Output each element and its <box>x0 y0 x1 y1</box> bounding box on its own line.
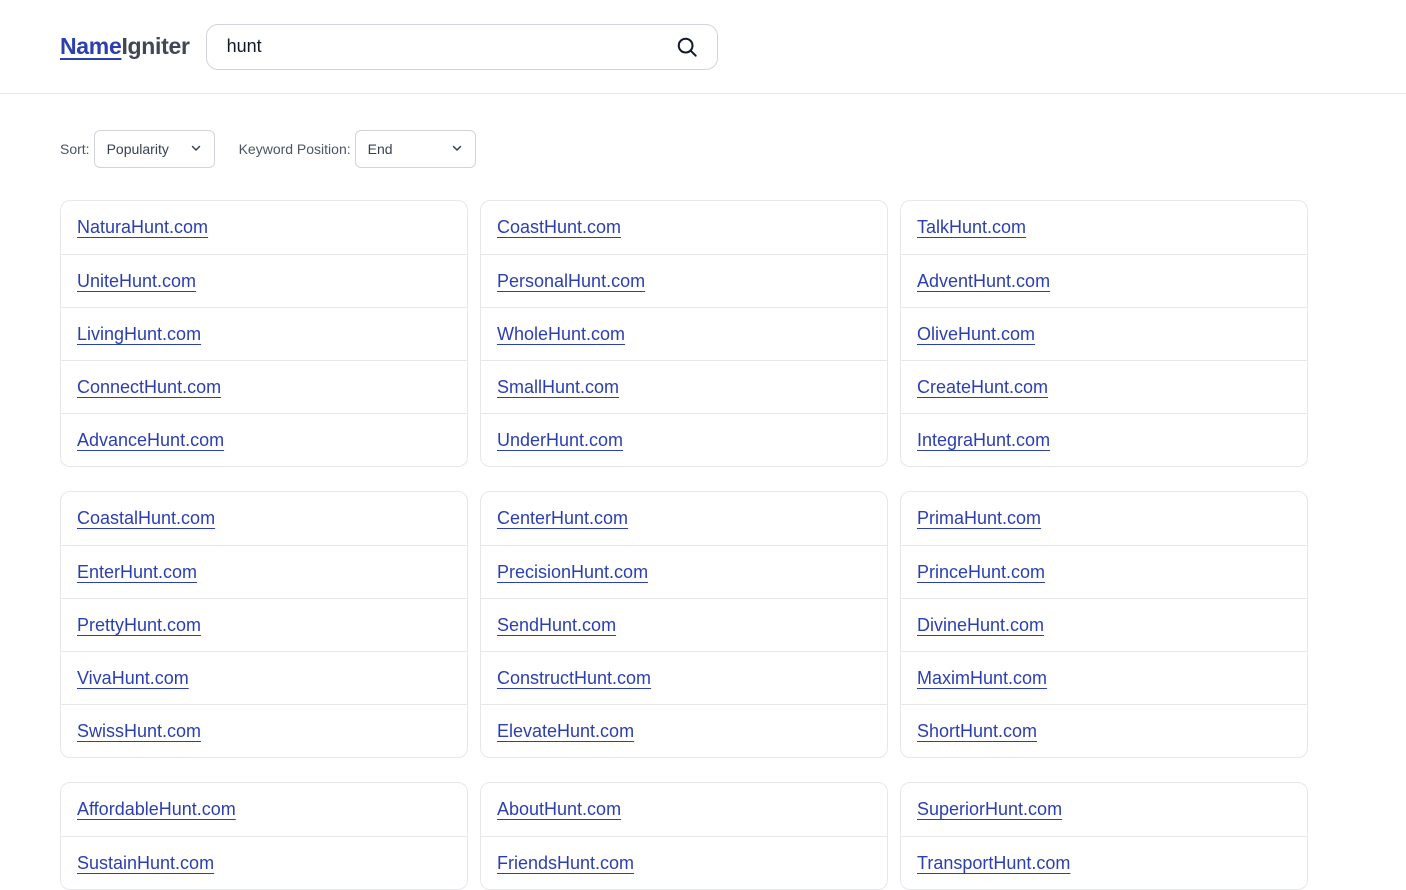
list-item: OliveHunt.com <box>901 307 1307 360</box>
domain-link[interactable]: SustainHunt.com <box>77 853 214 874</box>
domain-link[interactable]: CenterHunt.com <box>497 508 628 529</box>
list-item: TransportHunt.com <box>901 836 1307 889</box>
search-icon[interactable] <box>675 35 699 59</box>
list-item: PersonalHunt.com <box>481 254 887 307</box>
sort-select[interactable]: Popularity <box>93 130 215 168</box>
list-item: SwissHunt.com <box>61 704 467 757</box>
list-item: SmallHunt.com <box>481 360 887 413</box>
list-item: PrimaHunt.com <box>901 492 1307 545</box>
domain-link[interactable]: ConstructHunt.com <box>497 668 651 689</box>
list-item: FriendsHunt.com <box>481 836 887 889</box>
result-card: CenterHunt.com PrecisionHunt.com SendHun… <box>480 491 888 758</box>
list-item: AdvanceHunt.com <box>61 413 467 466</box>
result-card: AboutHunt.com FriendsHunt.com <box>480 782 888 890</box>
keyword-position-value: End <box>367 141 393 157</box>
list-item: CreateHunt.com <box>901 360 1307 413</box>
domain-link[interactable]: LivingHunt.com <box>77 324 201 345</box>
result-card: SuperiorHunt.com TransportHunt.com <box>900 782 1308 890</box>
keyword-position-select[interactable]: End <box>354 130 476 168</box>
domain-link[interactable]: UnderHunt.com <box>497 430 623 451</box>
list-item: UnderHunt.com <box>481 413 887 466</box>
list-item: CoastalHunt.com <box>61 492 467 545</box>
list-item: TalkHunt.com <box>901 201 1307 254</box>
list-item: PrecisionHunt.com <box>481 545 887 598</box>
domain-link[interactable]: SuperiorHunt.com <box>917 799 1062 820</box>
domain-link[interactable]: AdvanceHunt.com <box>77 430 224 451</box>
domain-link[interactable]: CoastalHunt.com <box>77 508 215 529</box>
result-card: CoastalHunt.com EnterHunt.com PrettyHunt… <box>60 491 468 758</box>
domain-link[interactable]: OliveHunt.com <box>917 324 1035 345</box>
domain-link[interactable]: AdventHunt.com <box>917 271 1050 292</box>
domain-link[interactable]: DivineHunt.com <box>917 615 1044 636</box>
domain-link[interactable]: PrecisionHunt.com <box>497 562 648 583</box>
domain-link[interactable]: PrettyHunt.com <box>77 615 201 636</box>
result-card: NaturaHunt.com UniteHunt.com LivingHunt.… <box>60 200 468 467</box>
header: NameIgniter <box>0 0 1406 94</box>
list-item: ElevateHunt.com <box>481 704 887 757</box>
domain-link[interactable]: CoastHunt.com <box>497 217 621 238</box>
list-item: SendHunt.com <box>481 598 887 651</box>
results-grid: NaturaHunt.com UniteHunt.com LivingHunt.… <box>60 200 1308 890</box>
list-item: DivineHunt.com <box>901 598 1307 651</box>
domain-link[interactable]: VivaHunt.com <box>77 668 189 689</box>
logo-name: Name <box>60 33 122 59</box>
domain-link[interactable]: MaximHunt.com <box>917 668 1047 689</box>
list-item: CenterHunt.com <box>481 492 887 545</box>
result-card: CoastHunt.com PersonalHunt.com WholeHunt… <box>480 200 888 467</box>
list-item: VivaHunt.com <box>61 651 467 704</box>
list-item: AffordableHunt.com <box>61 783 467 836</box>
domain-link[interactable]: TalkHunt.com <box>917 217 1026 238</box>
list-item: PrinceHunt.com <box>901 545 1307 598</box>
list-item: WholeHunt.com <box>481 307 887 360</box>
filters-bar: Sort: Popularity Keyword Position: End <box>60 130 476 168</box>
list-item: MaximHunt.com <box>901 651 1307 704</box>
domain-link[interactable]: NaturaHunt.com <box>77 217 208 238</box>
list-item: IntegraHunt.com <box>901 413 1307 466</box>
list-item: AboutHunt.com <box>481 783 887 836</box>
domain-link[interactable]: ElevateHunt.com <box>497 721 634 742</box>
list-item: SuperiorHunt.com <box>901 783 1307 836</box>
domain-link[interactable]: FriendsHunt.com <box>497 853 634 874</box>
logo[interactable]: NameIgniter <box>60 33 190 60</box>
list-item: PrettyHunt.com <box>61 598 467 651</box>
domain-link[interactable]: CreateHunt.com <box>917 377 1048 398</box>
result-card: TalkHunt.com AdventHunt.com OliveHunt.co… <box>900 200 1308 467</box>
search-input[interactable] <box>226 36 675 57</box>
domain-link[interactable]: PersonalHunt.com <box>497 271 645 292</box>
result-card: AffordableHunt.com SustainHunt.com <box>60 782 468 890</box>
list-item: SustainHunt.com <box>61 836 467 889</box>
domain-link[interactable]: SwissHunt.com <box>77 721 201 742</box>
sort-label: Sort: <box>60 141 90 157</box>
keyword-position-label: Keyword Position: <box>238 141 351 157</box>
result-card: PrimaHunt.com PrinceHunt.com DivineHunt.… <box>900 491 1308 758</box>
domain-link[interactable]: AffordableHunt.com <box>77 799 236 820</box>
list-item: ConstructHunt.com <box>481 651 887 704</box>
domain-link[interactable]: EnterHunt.com <box>77 562 197 583</box>
domain-link[interactable]: ShortHunt.com <box>917 721 1037 742</box>
domain-link[interactable]: UniteHunt.com <box>77 271 196 292</box>
domain-link[interactable]: SmallHunt.com <box>497 377 619 398</box>
list-item: ShortHunt.com <box>901 704 1307 757</box>
domain-link[interactable]: WholeHunt.com <box>497 324 625 345</box>
list-item: ConnectHunt.com <box>61 360 467 413</box>
list-item: CoastHunt.com <box>481 201 887 254</box>
list-item: EnterHunt.com <box>61 545 467 598</box>
search-box <box>205 23 718 70</box>
domain-link[interactable]: PrinceHunt.com <box>917 562 1045 583</box>
list-item: LivingHunt.com <box>61 307 467 360</box>
chevron-down-icon <box>190 141 202 157</box>
domain-link[interactable]: TransportHunt.com <box>917 853 1070 874</box>
logo-igniter: Igniter <box>121 33 190 59</box>
list-item: NaturaHunt.com <box>61 201 467 254</box>
domain-link[interactable]: PrimaHunt.com <box>917 508 1041 529</box>
domain-link[interactable]: IntegraHunt.com <box>917 430 1050 451</box>
domain-link[interactable]: ConnectHunt.com <box>77 377 221 398</box>
chevron-down-icon <box>451 141 463 157</box>
list-item: AdventHunt.com <box>901 254 1307 307</box>
list-item: UniteHunt.com <box>61 254 467 307</box>
domain-link[interactable]: AboutHunt.com <box>497 799 621 820</box>
sort-value: Popularity <box>106 141 169 157</box>
domain-link[interactable]: SendHunt.com <box>497 615 616 636</box>
